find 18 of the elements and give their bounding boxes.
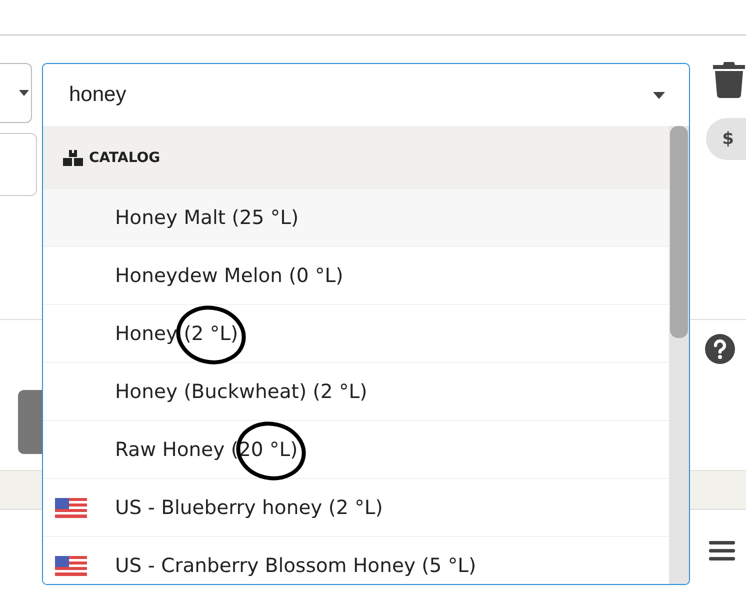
- flag-icon: [55, 556, 87, 576]
- flag-icon: [55, 498, 87, 518]
- trash-icon[interactable]: [713, 62, 745, 98]
- caret-icon: [19, 90, 29, 96]
- boxes-icon: [63, 150, 83, 166]
- scrollbar[interactable]: [669, 126, 689, 584]
- help-icon[interactable]: [705, 334, 735, 364]
- button[interactable]: [18, 390, 42, 454]
- search-value[interactable]: honey: [69, 83, 126, 107]
- scrollbar-thumb[interactable]: [670, 126, 688, 338]
- menu-icon[interactable]: [709, 540, 735, 562]
- dropdown-option[interactable]: Honey Malt (25 °L): [43, 189, 669, 247]
- select-field[interactable]: [0, 63, 32, 123]
- price-button[interactable]: $: [706, 118, 746, 160]
- dropdown-option[interactable]: Honey (2 °L): [43, 305, 669, 363]
- input-field[interactable]: [0, 133, 37, 196]
- caret-icon[interactable]: [653, 92, 665, 98]
- group-label: CATALOG: [89, 150, 160, 166]
